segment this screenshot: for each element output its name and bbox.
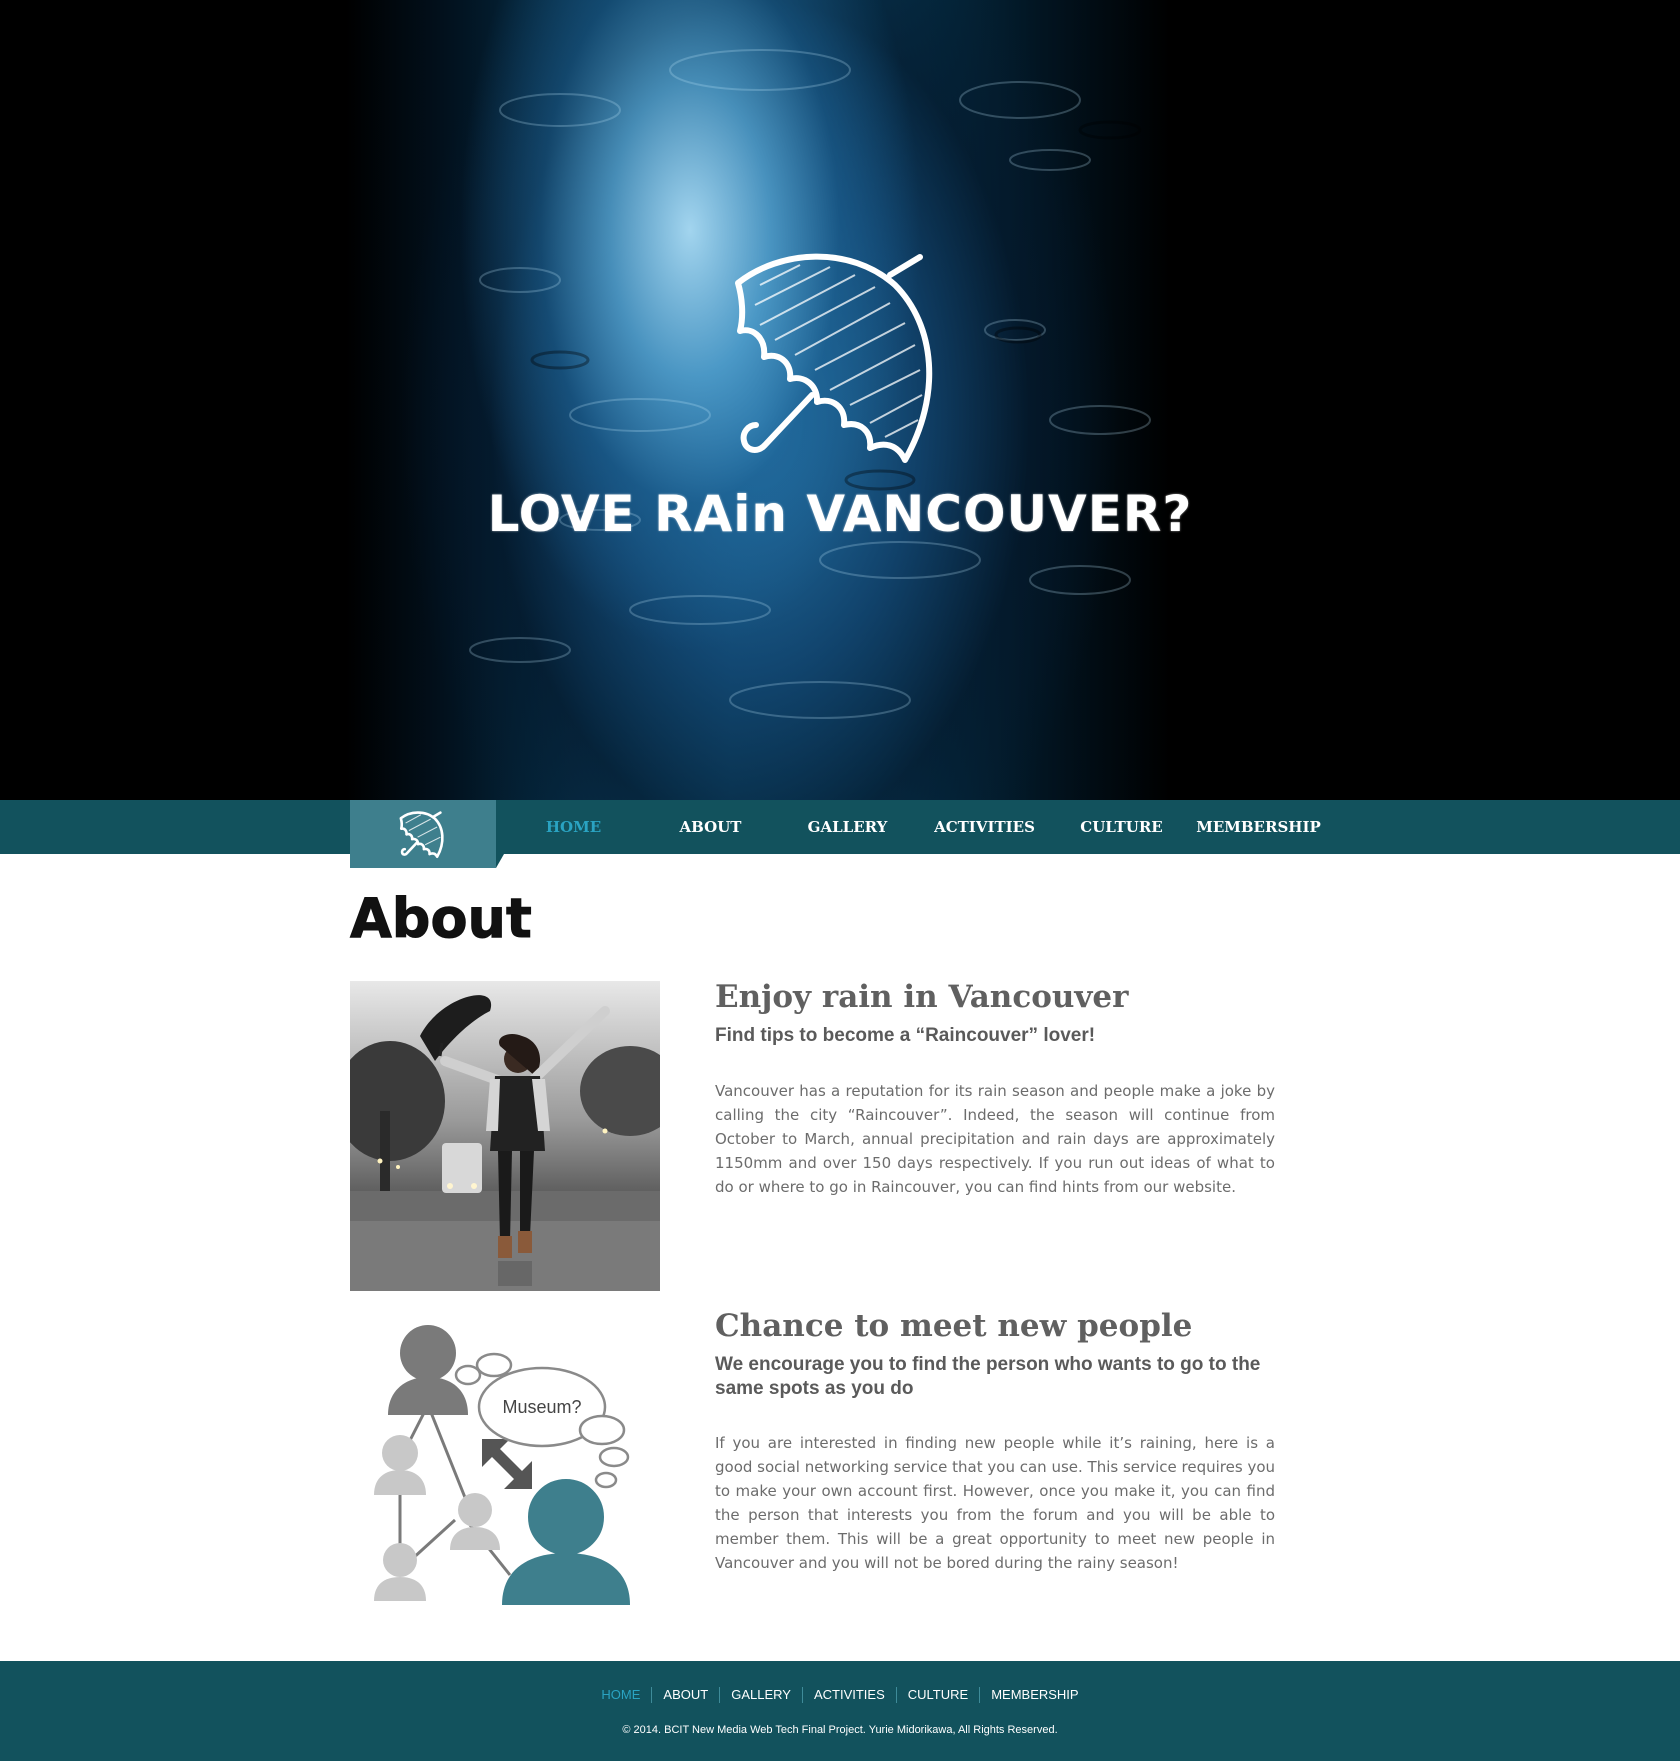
- section-title-meet-people: Chance to meet new people: [715, 1308, 1193, 1344]
- nav-item-culture[interactable]: CULTURE: [1053, 800, 1190, 854]
- footer-link-culture[interactable]: CULTURE: [895, 1687, 979, 1703]
- woman-with-umbrella-photo: [350, 981, 660, 1291]
- section-subtitle-meet-people: We encourage you to find the person who …: [715, 1354, 1261, 1399]
- nav-logo-button[interactable]: [350, 800, 496, 868]
- rain-ripples: [469, 49, 1151, 719]
- section-subtitle-enjoy-rain: Find tips to become a “Raincouver” lover…: [715, 1025, 1096, 1046]
- footer-link-home[interactable]: HOME: [590, 1687, 651, 1703]
- umbrella-icon: [399, 811, 444, 859]
- hero-title: LOVE RAin VANCOUVER?: [487, 485, 1193, 543]
- bubble-text: Museum?: [502, 1397, 581, 1417]
- site-footer: HOME ABOUT GALLERY ACTIVITIES CULTURE ME…: [0, 1661, 1680, 1761]
- footer-link-activities[interactable]: ACTIVITIES: [801, 1687, 896, 1703]
- hero-banner: LOVE RAin VANCOUVER?: [0, 0, 1680, 800]
- social-network-illustration: Museum?: [370, 1325, 650, 1605]
- nav-item-membership[interactable]: MEMBERSHIP: [1190, 800, 1327, 854]
- copyright-text: © 2014. BCIT New Media Web Tech Final Pr…: [622, 1724, 1058, 1736]
- footer-link-gallery[interactable]: GALLERY: [719, 1687, 802, 1703]
- footer-nav: HOME ABOUT GALLERY ACTIVITIES CULTURE ME…: [0, 1687, 1680, 1703]
- page-title: About: [350, 887, 533, 951]
- footer-link-about[interactable]: ABOUT: [651, 1687, 719, 1703]
- rain-puddle-photo: [0, 0, 1330, 800]
- nav-item-activities[interactable]: ACTIVITIES: [916, 800, 1053, 854]
- nav-item-about[interactable]: ABOUT: [642, 800, 779, 854]
- section-body-meet-people: If you are interested in finding new peo…: [715, 1434, 1275, 1572]
- nav-item-home[interactable]: HOME: [505, 800, 642, 854]
- nav-logo-fold: [496, 854, 504, 868]
- footer-link-membership[interactable]: MEMBERSHIP: [979, 1687, 1089, 1703]
- umbrella-icon: [735, 253, 933, 463]
- section-body-enjoy-rain: Vancouver has a reputation for its rain …: [715, 1082, 1275, 1196]
- nav-item-gallery[interactable]: GALLERY: [779, 800, 916, 854]
- section-title-enjoy-rain: Enjoy rain in Vancouver: [715, 979, 1129, 1015]
